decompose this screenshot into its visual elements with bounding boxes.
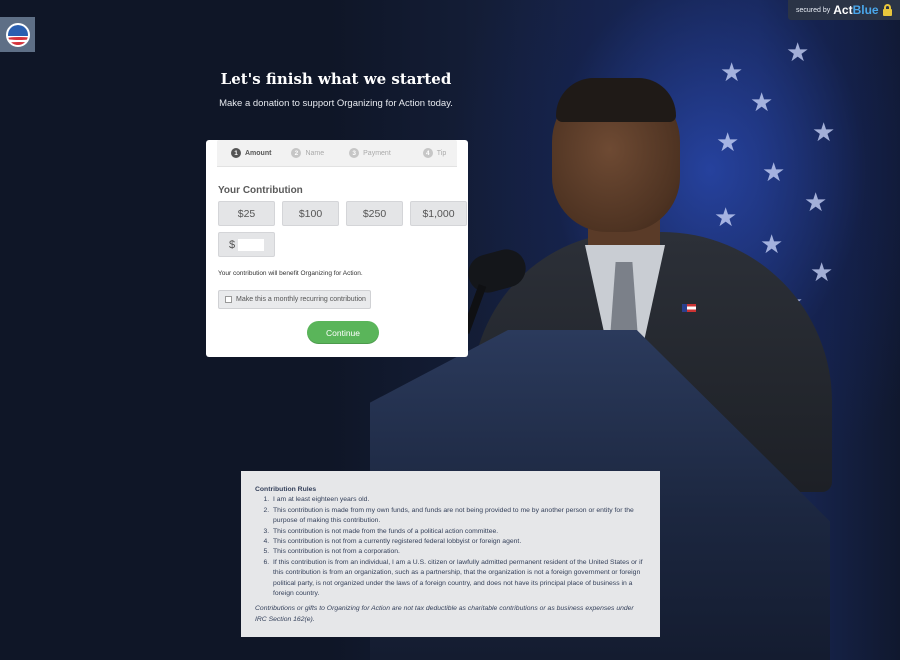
flag-star-icon: ★	[804, 188, 828, 218]
step-amount: 1 Amount	[231, 148, 271, 158]
progress-steps: 1 Amount 2 Name 3 Payment 4 Tip	[217, 140, 457, 167]
step-number: 1	[231, 148, 241, 158]
page-title: Let's finish what we started	[220, 70, 452, 88]
speaker-hair	[556, 78, 676, 122]
step-number: 4	[422, 148, 433, 158]
page-subtitle: Make a donation to support Organizing fo…	[219, 98, 453, 109]
step-name: 2 Name	[291, 148, 324, 158]
contribution-title: Your Contribution	[218, 185, 303, 196]
flag-star-icon: ★	[716, 128, 740, 158]
amount-button-25[interactable]: $25	[218, 201, 275, 226]
step-number: 2	[291, 148, 302, 158]
rule-item: I am at least eighteen years old.	[271, 495, 646, 505]
custom-amount-field: $	[218, 232, 275, 257]
step-number: 3	[349, 148, 360, 158]
rule-item: This contribution is not from a corporat…	[271, 547, 646, 557]
benefit-note: Your contribution will benefit Organizin…	[218, 270, 363, 277]
rule-item: This contribution is made from my own fu…	[271, 506, 646, 527]
step-tip: 4 Tip	[422, 148, 447, 158]
flag-star-icon: ★	[762, 158, 786, 188]
contribution-rules: Contribution Rules I am at least eightee…	[241, 471, 660, 637]
dollar-sign: $	[229, 238, 236, 251]
ofa-logo-icon	[5, 22, 30, 47]
flag-star-icon: ★	[760, 230, 784, 260]
ofa-logo[interactable]	[0, 17, 35, 52]
flag-star-icon: ★	[810, 258, 834, 288]
amount-options: $25 $100 $250 $1,000	[218, 201, 467, 226]
actblue-logo-act: Act	[833, 3, 853, 17]
amount-button-250[interactable]: $250	[346, 201, 403, 226]
recurring-label: Make this a monthly recurring contributi…	[236, 296, 366, 303]
lock-icon	[882, 4, 892, 16]
flag-star-icon: ★	[714, 203, 738, 233]
flag-star-icon: ★	[812, 118, 836, 148]
secured-by-actblue-badge[interactable]: secured by Act Blue	[788, 0, 900, 20]
rule-item: If this contribution is from an individu…	[271, 558, 646, 600]
step-payment: 3 Payment	[349, 148, 391, 158]
rules-title: Contribution Rules	[255, 486, 317, 493]
step-label: Name	[305, 149, 325, 157]
amount-button-1000[interactable]: $1,000	[410, 201, 467, 226]
rules-list: I am at least eighteen years old. This c…	[255, 495, 646, 599]
flag-star-icon: ★	[786, 38, 810, 68]
amount-button-100[interactable]: $100	[282, 201, 339, 226]
step-label: Payment	[363, 149, 391, 157]
donation-form-card: 1 Amount 2 Name 3 Payment 4 Tip Your Con…	[206, 140, 468, 357]
tax-note: Contributions or gifts to Organizing for…	[255, 605, 634, 623]
rule-item: This contribution is not from a currentl…	[271, 537, 646, 547]
rule-item: This contribution is not made from the f…	[271, 527, 646, 537]
flag-star-icon: ★	[720, 58, 744, 88]
flag-star-icon: ★	[750, 88, 774, 118]
recurring-contribution-toggle[interactable]: Make this a monthly recurring contributi…	[218, 290, 371, 309]
recurring-checkbox[interactable]	[225, 296, 232, 303]
continue-button[interactable]: Continue	[307, 321, 379, 344]
step-label: Tip	[436, 149, 447, 157]
custom-amount-input[interactable]	[238, 238, 265, 251]
step-label: Amount	[245, 149, 272, 157]
actblue-logo-blue: Blue	[852, 3, 879, 17]
flag-pin-icon	[682, 304, 696, 312]
secured-by-text: secured by	[796, 6, 831, 14]
